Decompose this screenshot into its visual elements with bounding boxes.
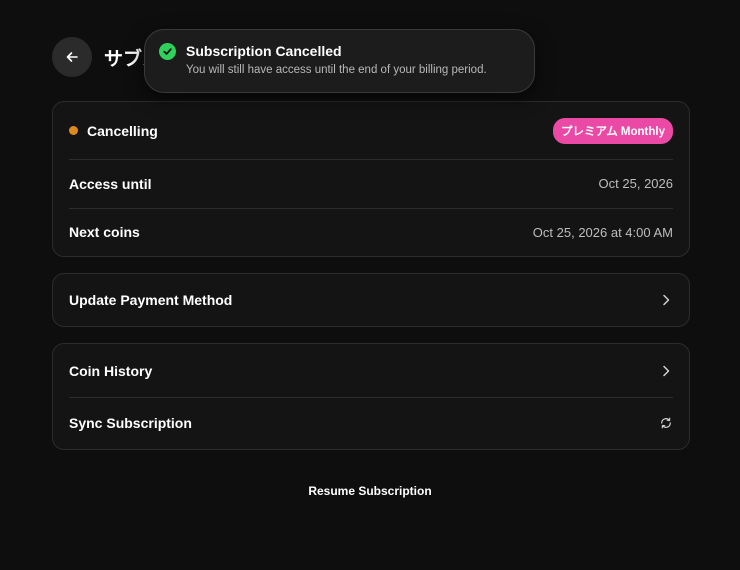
next-coins-value: Oct 25, 2026 at 4:00 AM (532, 224, 673, 240)
next-coins-label: Next coins (69, 224, 140, 240)
access-until-label: Access until (69, 175, 152, 192)
status-label: Cancelling (87, 122, 158, 139)
sync-subscription-row[interactable]: Sync Subscription (53, 397, 689, 449)
back-button[interactable] (52, 37, 92, 77)
resume-subscription-button[interactable]: Resume Subscription (0, 484, 740, 498)
coin-history-label: Coin History (69, 362, 153, 379)
sync-subscription-label: Sync Subscription (69, 415, 192, 431)
access-until-row: Access until Oct 25, 2026 (53, 159, 689, 208)
check-circle-icon (159, 43, 176, 60)
chevron-right-icon (659, 293, 673, 307)
refresh-icon (659, 416, 673, 430)
update-payment-method-label: Update Payment Method (69, 292, 233, 308)
plan-badge: プレミアム Monthly (553, 117, 673, 144)
status-row: Cancelling プレミアム Monthly (53, 102, 689, 159)
coin-history-row[interactable]: Coin History (53, 344, 689, 397)
toast-notification: Subscription Cancelled You will still ha… (144, 29, 535, 93)
status-dot (69, 126, 78, 135)
toast-title: Subscription Cancelled (186, 43, 342, 59)
next-coins-row: Next coins Oct 25, 2026 at 4:00 AM (53, 208, 689, 256)
toast-message: You will still have access until the end… (186, 64, 487, 76)
chevron-right-icon (659, 364, 673, 378)
payment-card: Update Payment Method (52, 273, 690, 327)
subscription-status-card: Cancelling プレミアム Monthly Access until Oc… (52, 101, 690, 257)
access-until-value: Oct 25, 2026 (598, 176, 673, 191)
arrow-left-icon (66, 52, 78, 62)
subscription-actions-card: Coin History Sync Subscription (52, 343, 690, 450)
update-payment-method-row[interactable]: Update Payment Method (53, 274, 689, 326)
